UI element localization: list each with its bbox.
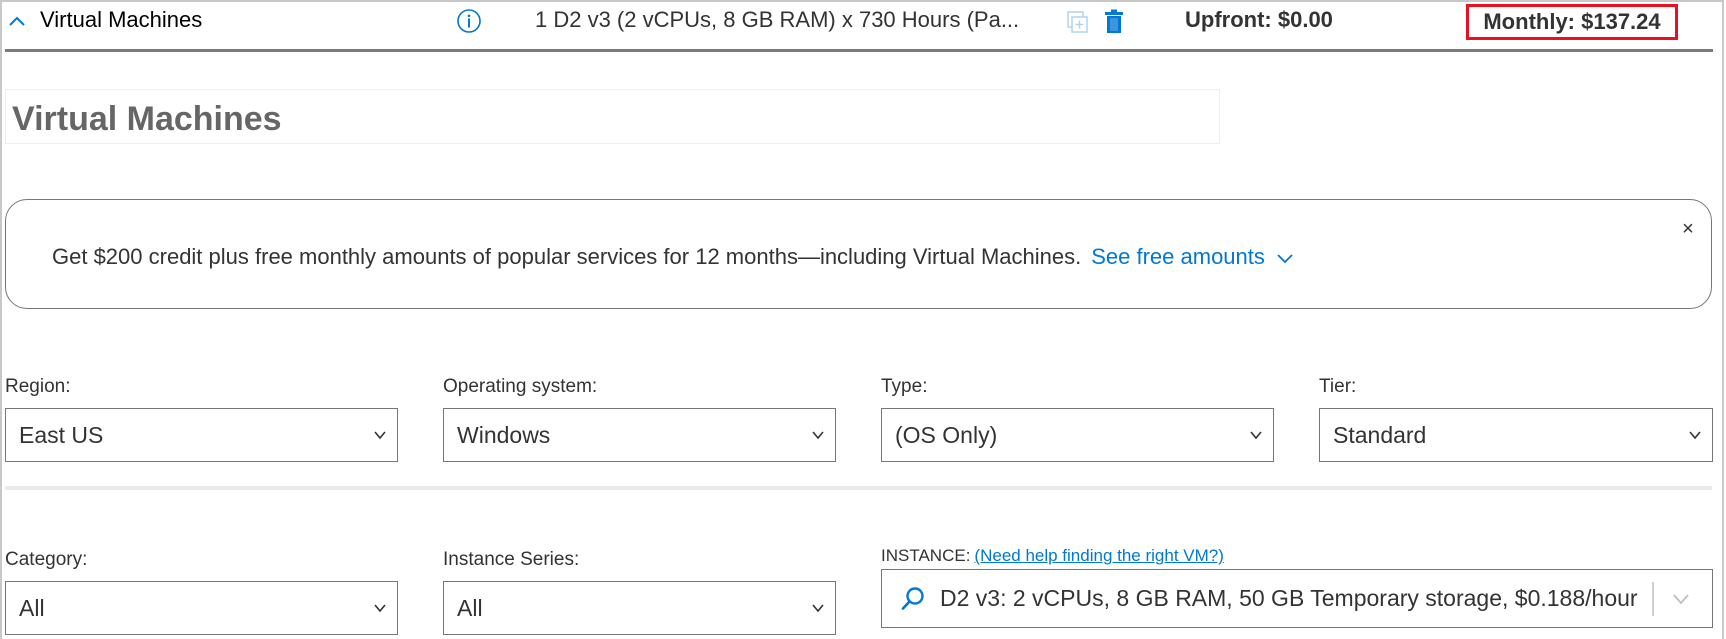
category-value: All	[19, 594, 45, 621]
type-value: (OS Only)	[895, 421, 998, 448]
close-banner-button[interactable]: ×	[1679, 219, 1697, 239]
chevron-down-icon	[812, 604, 824, 613]
region-value: East US	[19, 421, 104, 448]
upfront-cost: Upfront: $0.00	[1185, 7, 1333, 32]
type-select[interactable]: (OS Only)	[881, 408, 1274, 462]
header-divider	[5, 49, 1713, 52]
service-title[interactable]: Virtual Machines	[40, 7, 202, 33]
chevron-down-icon	[374, 431, 386, 440]
monthly-cost-highlight: Monthly: $137.24	[1466, 4, 1678, 40]
tier-label: Tier:	[1319, 376, 1357, 397]
service-summary: 1 D2 v3 (2 vCPUs, 8 GB RAM) x 730 Hours …	[535, 7, 1020, 32]
tier-select[interactable]: Standard	[1319, 408, 1713, 462]
banner-text: Get $200 credit plus free monthly amount…	[52, 244, 1082, 269]
combobox-separator	[1652, 581, 1654, 616]
search-icon	[901, 586, 924, 610]
instance-label: INSTANCE:	[881, 546, 971, 565]
instance-series-select[interactable]: All	[443, 581, 836, 635]
chevron-down-icon	[1689, 431, 1701, 440]
clone-icon[interactable]	[1066, 10, 1090, 36]
instance-combobox[interactable]: D2 v3: 2 vCPUs, 8 GB RAM, 50 GB Temporar…	[881, 569, 1713, 628]
section-divider	[5, 486, 1712, 490]
category-label: Category:	[5, 549, 88, 570]
category-select[interactable]: All	[5, 581, 398, 635]
see-free-amounts-link[interactable]: See free amounts	[1091, 244, 1265, 269]
monthly-cost: Monthly: $137.24	[1483, 9, 1661, 34]
tier-value: Standard	[1333, 421, 1427, 448]
region-label: Region:	[5, 376, 71, 397]
os-label: Operating system:	[443, 376, 598, 397]
instance-series-value: All	[457, 594, 483, 621]
type-label: Type:	[881, 376, 928, 397]
chevron-down-icon[interactable]	[1672, 593, 1690, 605]
chevron-up-icon[interactable]	[6, 6, 28, 36]
banner-message: Get $200 credit plus free monthly amount…	[52, 244, 1293, 270]
section-title[interactable]: Virtual Machines	[12, 100, 282, 139]
info-icon[interactable]	[456, 8, 482, 34]
chevron-down-icon	[374, 604, 386, 613]
chevron-down-icon	[812, 431, 824, 440]
os-value: Windows	[457, 421, 551, 448]
chevron-down-icon	[1250, 431, 1262, 440]
instance-value[interactable]: D2 v3: 2 vCPUs, 8 GB RAM, 50 GB Temporar…	[940, 585, 1652, 612]
instance-series-label: Instance Series:	[443, 549, 580, 570]
instance-label-row: INSTANCE: (Need help finding the right VM…	[881, 546, 1224, 566]
os-select[interactable]: Windows	[443, 408, 836, 462]
chevron-down-icon[interactable]	[1277, 253, 1293, 264]
vm-help-link[interactable]: (Need help finding the right VM?)	[974, 546, 1223, 565]
trash-icon[interactable]	[1103, 9, 1125, 35]
region-select[interactable]: East US	[5, 408, 398, 462]
